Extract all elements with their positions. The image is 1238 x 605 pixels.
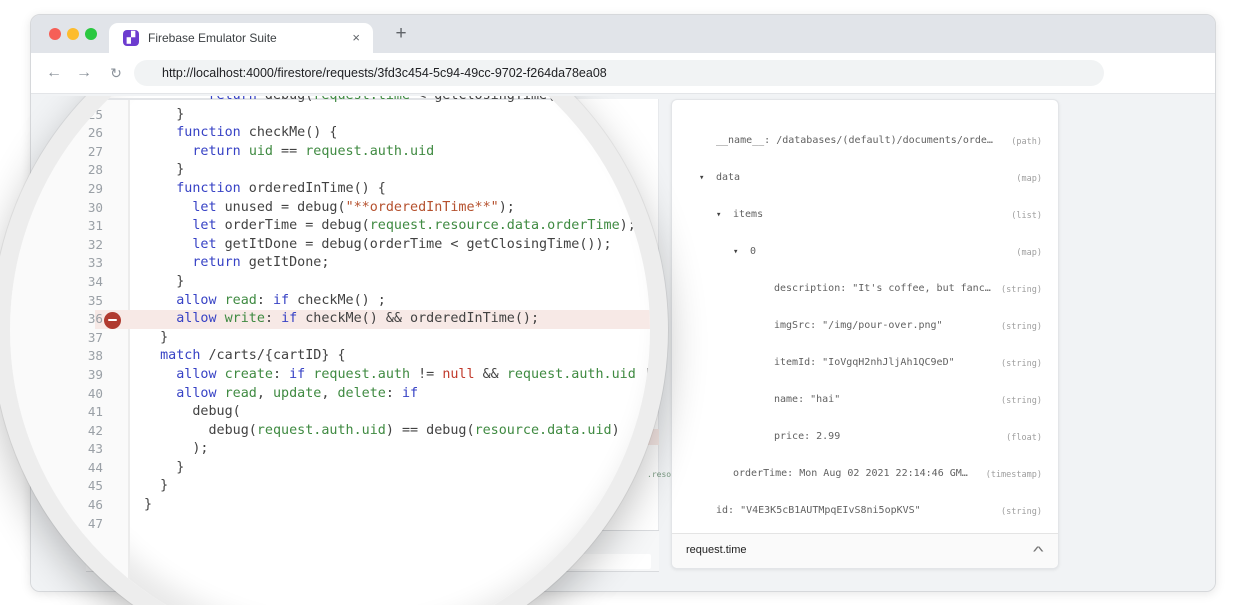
field-type-label: (path) (1011, 137, 1042, 147)
field-type-label: (string) (1001, 507, 1042, 517)
inspector-row[interactable]: __name__: /databases/(default)/documents… (672, 135, 1058, 149)
expander-icon[interactable]: ▾ (733, 247, 738, 257)
field-text: id: "V4E3K5cB1AUTMpqEIvS8ni5opKVS" (716, 505, 921, 516)
gutter-line-number: 1 (86, 114, 113, 124)
request-time-section[interactable]: request.time ^ (672, 533, 1058, 568)
highlighted-row-sliver (86, 323, 659, 339)
expander-icon[interactable]: ▾ (716, 210, 721, 220)
new-tab-button[interactable]: + (387, 21, 415, 47)
field-type-label: (map) (1016, 174, 1042, 184)
inspector-row[interactable]: description: "It's coffee, but fanc… (str… (672, 283, 1058, 297)
code-gutter: 11 1 (86, 99, 121, 530)
field-text: name: "hai" (774, 394, 840, 405)
field-text: 0 (750, 246, 756, 257)
field-text: price: 2.99 (774, 431, 840, 442)
request-inspector-card: __name__: /databases/(default)/documents… (671, 99, 1059, 569)
field-text: data (716, 172, 740, 183)
inspector-row[interactable]: ▾ data (map) (672, 172, 1058, 186)
back-icon[interactable]: ← (43, 62, 65, 84)
inspector-row[interactable]: name: "hai" (string) (672, 394, 1058, 408)
field-text: itemId: "IoVgqH2nhJljAh1QC9eD" (774, 357, 955, 368)
inspector-row[interactable]: orderTime: Mon Aug 02 2021 22:14:46 GM… (… (672, 468, 1058, 482)
field-text: __name__: /databases/(default)/documents… (716, 135, 993, 146)
gutter-line-number: 11 (86, 101, 113, 111)
screenshot-root: ▞ Firebase Emulator Suite × + ← → ↻ http… (0, 0, 1238, 605)
field-text: items (733, 209, 763, 220)
field-type-label: (string) (1001, 359, 1042, 369)
inspector-row[interactable]: id: "V4E3K5cB1AUTMpqEIvS8ni5opKVS" (strin… (672, 505, 1058, 519)
browser-tab[interactable]: ▞ Firebase Emulator Suite × (109, 23, 373, 53)
tab-close-icon[interactable]: × (352, 30, 360, 45)
rules-code-panel[interactable]: 11 1 ngTi .resourc (86, 99, 659, 530)
browser-window: ▞ Firebase Emulator Suite × + ← → ↻ http… (30, 14, 1216, 592)
page-content: 11 1 ngTi .resourc 46 47 __name__: /data… (31, 93, 1215, 591)
inspector-row[interactable]: ▾ 0 (map) (672, 246, 1058, 260)
reload-icon[interactable]: ↻ (105, 62, 127, 84)
window-zoom-button[interactable] (85, 28, 97, 40)
editor-bottom-strip: 46 47 (86, 530, 659, 572)
field-type-label: (string) (1001, 322, 1042, 332)
browser-toolbar: ← → ↻ http://localhost:4000/firestore/re… (31, 53, 1215, 93)
gutter-line-number: 46 (89, 535, 116, 545)
highlighted-row-sliver (86, 429, 659, 445)
tab-title: Firebase Emulator Suite (148, 31, 277, 45)
field-text: orderTime: Mon Aug 02 2021 22:14:46 GM… (733, 468, 968, 479)
field-type-label: (list) (1011, 211, 1042, 221)
field-type-label: (float) (1006, 433, 1042, 443)
tab-strip: ▞ Firebase Emulator Suite × + (31, 15, 1215, 53)
field-text: description: "It's coffee, but fanc… (774, 283, 991, 294)
gutter-line-number: 47 (89, 548, 116, 558)
inspector-row[interactable]: imgSrc: "/img/pour-over.png" (string) (672, 320, 1058, 334)
forward-icon[interactable]: → (73, 62, 95, 84)
collapse-icon[interactable]: ^ (1033, 543, 1044, 559)
inspector-row[interactable]: ▾ items (list) (672, 209, 1058, 223)
firebase-favicon-icon: ▞ (123, 30, 139, 46)
url-text: http://localhost:4000/firestore/requests… (162, 66, 607, 80)
inspector-row[interactable]: itemId: "IoVgqH2nhJljAh1QC9eD" (string) (672, 357, 1058, 371)
expander-icon[interactable]: ▾ (699, 173, 704, 183)
field-text: imgSrc: "/img/pour-over.png" (774, 320, 943, 331)
url-bar[interactable]: http://localhost:4000/firestore/requests… (134, 60, 1104, 86)
horizontal-scrollbar[interactable] (151, 554, 651, 569)
request-time-label: request.time (686, 544, 747, 556)
field-type-label: (timestamp) (986, 470, 1042, 480)
field-type-label: (string) (1001, 396, 1042, 406)
window-minimize-button[interactable] (67, 28, 79, 40)
field-type-label: (map) (1016, 248, 1042, 258)
inspector-row[interactable]: price: 2.99 (float) (672, 431, 1058, 445)
field-type-label: (string) (1001, 285, 1042, 295)
window-close-button[interactable] (49, 28, 61, 40)
